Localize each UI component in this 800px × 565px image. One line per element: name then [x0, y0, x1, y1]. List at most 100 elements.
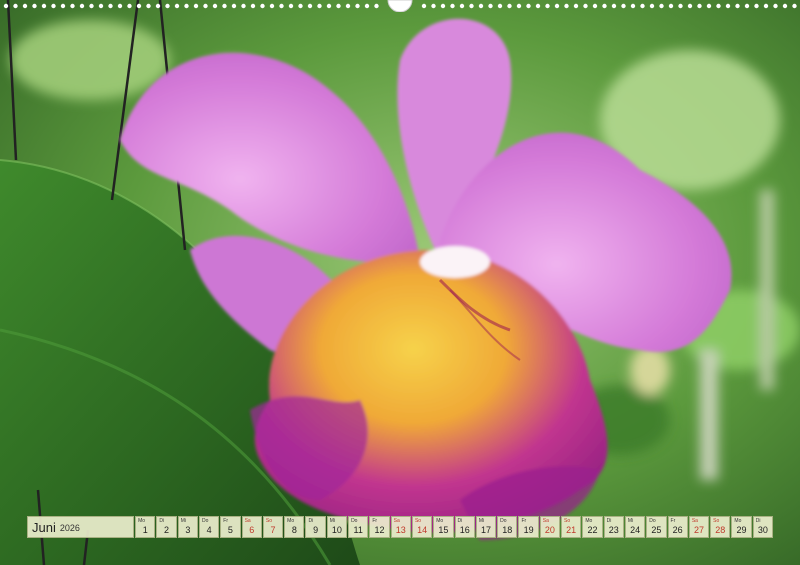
spiral-hole	[592, 3, 598, 9]
spiral-hole	[640, 3, 645, 9]
spiral-hole	[535, 3, 541, 9]
spiral-hole	[573, 3, 579, 9]
weekday-label: Sa	[393, 518, 400, 524]
day-cell: Mo 15	[433, 516, 454, 538]
weekday-label: Mo	[585, 518, 593, 524]
day-cell: Do 18	[497, 516, 518, 538]
spiral-hole	[336, 3, 341, 9]
spiral-hole	[355, 3, 360, 9]
day-cell: Mo 29	[731, 516, 752, 538]
spiral-hole	[117, 3, 123, 9]
day-cell: So 21	[561, 516, 582, 538]
day-number: 23	[608, 525, 619, 535]
calendar-strip: Juni 2026 Mo 1 Di 2 Mi 3 Do 4 Fr 5 Sa 6 So 7 Mo 8 Di 9 Mi 1…	[27, 516, 773, 538]
spiral-hole	[450, 3, 455, 9]
weekday-label: Di	[308, 518, 314, 524]
spiral-hole	[222, 3, 227, 9]
spiral-hole	[89, 3, 94, 9]
spiral-hole	[260, 3, 265, 9]
day-cell: Do 4	[198, 516, 220, 538]
day-cell: Di 23	[603, 516, 624, 538]
day-cell: Mi 3	[177, 516, 198, 538]
spiral-hole	[193, 3, 199, 9]
day-cell: So 28	[710, 516, 731, 538]
spiral-hole	[611, 3, 617, 9]
spiral-hole	[70, 3, 75, 9]
day-cell: Sa 27	[688, 516, 710, 538]
spiral-hole	[345, 3, 351, 9]
weekday-label: So	[414, 518, 422, 524]
day-number: 20	[544, 525, 555, 535]
day-number: 7	[270, 525, 276, 535]
spiral-hole	[155, 3, 161, 9]
spiral-binding	[3, 0, 797, 12]
day-number: 27	[693, 525, 704, 535]
spiral-hole	[478, 3, 484, 9]
spiral-hole	[431, 3, 436, 9]
day-number: 30	[757, 525, 768, 535]
spiral-hole	[374, 3, 379, 9]
day-number: 1	[142, 525, 148, 535]
spiral-hole	[307, 3, 313, 9]
weekday-label: Mi	[627, 518, 634, 524]
spiral-hole	[41, 3, 47, 9]
spiral-hole	[516, 3, 522, 9]
spiral-hole	[108, 3, 113, 9]
spiral-hole	[241, 3, 246, 9]
day-number: 19	[523, 525, 534, 535]
spiral-hole	[165, 3, 170, 9]
spiral-hole	[725, 3, 731, 9]
day-number: 16	[459, 525, 470, 535]
spiral-hole	[250, 3, 256, 9]
weekday-label: Di	[755, 518, 761, 524]
day-cell: Di 2	[156, 516, 177, 538]
weekday-label: Fr	[521, 518, 527, 524]
day-cell: Fr 26	[667, 516, 688, 538]
weekday-label: Do	[351, 518, 358, 524]
spiral-hole	[136, 3, 142, 9]
spiral-hole	[298, 3, 303, 9]
month-name: Juni	[32, 519, 56, 535]
day-cell: Fr 5	[220, 516, 241, 538]
day-number: 15	[438, 525, 449, 535]
day-number: 5	[227, 525, 233, 535]
day-cell: Do 11	[348, 516, 369, 538]
day-cell: Di 30	[752, 516, 773, 538]
spiral-hole	[526, 3, 531, 9]
day-cell: Mi 24	[624, 516, 646, 538]
spiral-hole	[706, 3, 712, 9]
day-number: 9	[313, 525, 319, 535]
month-label-cell: Juni 2026	[27, 516, 135, 538]
spiral-hole	[744, 3, 750, 9]
spiral-hole	[659, 3, 664, 9]
weekday-label: Fr	[223, 518, 229, 524]
spiral-hole	[716, 3, 721, 9]
spiral-hole	[554, 3, 560, 9]
year-label: 2026	[59, 523, 80, 533]
weekday-label: Sa	[542, 518, 549, 524]
weekday-label: Mo	[436, 518, 444, 524]
weekday-label: Do	[649, 518, 656, 524]
day-number: 28	[715, 525, 726, 535]
spiral-hole	[754, 3, 759, 9]
weekday-label: So	[564, 518, 571, 524]
weekday-label: So	[713, 518, 720, 524]
spiral-hole	[231, 3, 237, 9]
spiral-hole	[32, 3, 37, 9]
spiral-hole	[621, 3, 626, 9]
day-number: 4	[206, 525, 212, 535]
day-cell: So 14	[411, 516, 433, 538]
spiral-hole	[364, 3, 370, 9]
day-cell: Do 25	[646, 516, 667, 538]
weekday-label: Fr	[670, 518, 676, 524]
weekday-label: Mi	[180, 518, 186, 524]
day-number: 10	[331, 525, 342, 535]
day-number: 6	[249, 525, 255, 535]
day-number: 17	[480, 525, 491, 535]
weekday-label: Mo	[287, 518, 295, 524]
spiral-hole	[440, 3, 446, 9]
spiral-hole	[326, 3, 332, 9]
day-number: 14	[417, 525, 428, 535]
spiral-hole	[507, 3, 512, 9]
day-number: 24	[630, 525, 641, 535]
